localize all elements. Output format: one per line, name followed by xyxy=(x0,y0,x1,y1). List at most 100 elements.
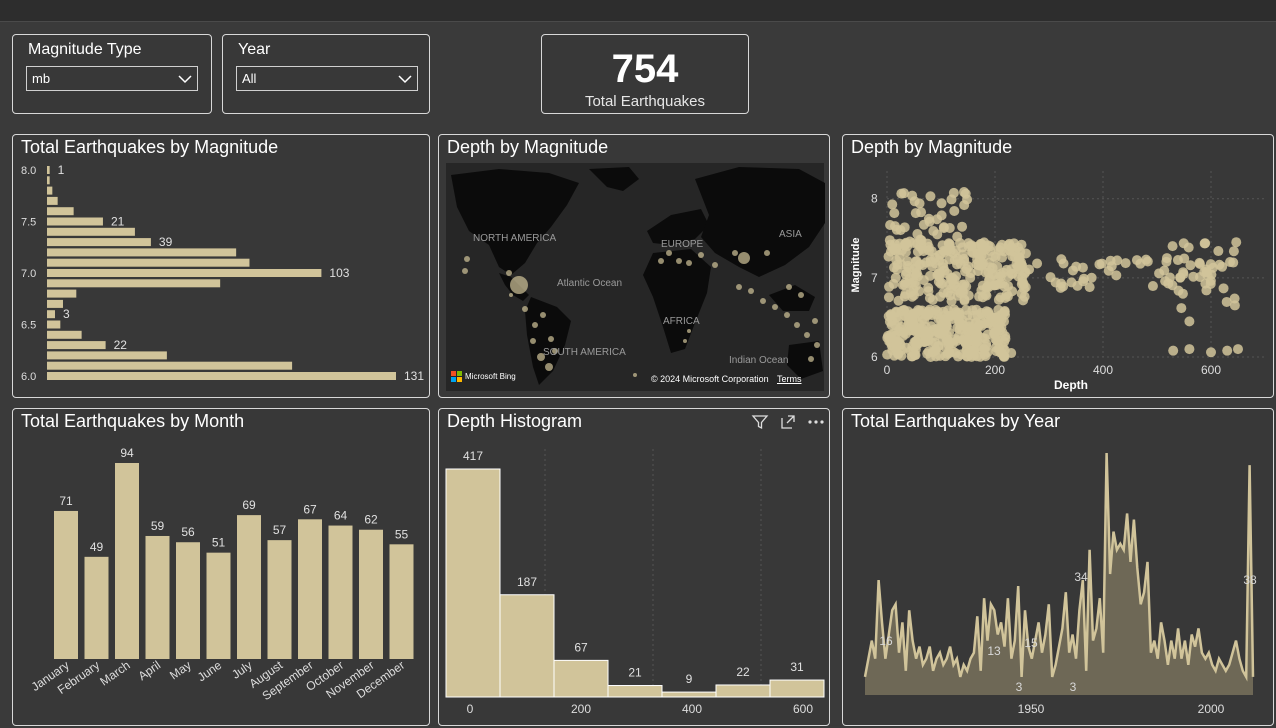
kpi-value: 754 xyxy=(611,47,679,91)
x-tick-label: 600 xyxy=(1201,363,1221,377)
data-label: 1 xyxy=(58,163,65,177)
bar xyxy=(47,258,250,267)
data-label: 13 xyxy=(987,644,1001,658)
y-tick-label: 6 xyxy=(871,350,878,364)
scatter-point xyxy=(995,347,1006,358)
scatter-point xyxy=(914,198,925,209)
map-point xyxy=(812,318,818,324)
bar xyxy=(176,542,200,659)
map-point xyxy=(786,284,792,290)
bar xyxy=(499,594,555,698)
year-chart-card[interactable]: Total Earthquakes by Year 1950 2000 16 13 15… xyxy=(842,408,1274,726)
bar xyxy=(206,552,231,659)
month-chart-card[interactable]: Total Earthquakes by Month 71 January 49 Fe… xyxy=(12,408,430,726)
scatter-point xyxy=(1229,293,1240,304)
map-point xyxy=(798,292,804,298)
scatter-point xyxy=(1185,260,1196,271)
map-point xyxy=(760,298,766,304)
map-copyright: © 2024 Microsoft Corporation xyxy=(651,374,769,384)
scatter-point xyxy=(934,255,945,266)
map-chart-card[interactable]: Depth by Magnitude NORTH AMERICA EUROPE … xyxy=(438,134,830,398)
scatter-chart-card[interactable]: Depth by Magnitude 0 200 400 600 8 7 6 Depth Mag… xyxy=(842,134,1274,398)
scatter-point xyxy=(887,199,898,210)
scatter-point xyxy=(1014,252,1025,263)
map-point xyxy=(784,312,790,318)
y-tick-label: 6.0 xyxy=(21,371,36,383)
scatter-point xyxy=(1012,261,1023,272)
scatter-point xyxy=(901,266,912,277)
bar xyxy=(47,320,61,329)
scatter-point xyxy=(1135,258,1146,269)
bar xyxy=(607,685,663,698)
year-slicer: Year All xyxy=(222,34,430,114)
scatter-point xyxy=(1184,344,1195,355)
map-point xyxy=(510,276,528,294)
bar xyxy=(47,289,77,298)
scatter-point xyxy=(883,292,894,303)
scatter-point xyxy=(889,221,900,232)
scatter-point xyxy=(915,234,926,245)
scatter-point xyxy=(962,194,973,205)
terms-link[interactable]: Terms xyxy=(777,374,802,384)
map-point xyxy=(509,293,513,297)
data-label: 3 xyxy=(63,307,70,321)
microsoft-logo-icon xyxy=(451,371,462,382)
scatter-point xyxy=(897,280,908,291)
scatter-point xyxy=(1201,264,1212,275)
scatter-point xyxy=(909,337,920,348)
scatter-point xyxy=(979,333,990,344)
scatter-point xyxy=(885,310,896,321)
map-point xyxy=(545,363,553,371)
bar xyxy=(47,269,322,277)
scatter-point xyxy=(973,260,984,271)
map-point xyxy=(804,332,810,338)
x-tick-label: 600 xyxy=(793,702,813,716)
magnitude-chart-card[interactable]: Total Earthquakes by Magnitude 8.0 7.5 7.0… xyxy=(12,134,430,398)
scatter-point xyxy=(1188,271,1199,282)
scatter-point xyxy=(966,247,977,258)
y-tick-label: 7 xyxy=(871,271,878,285)
data-label: 9 xyxy=(686,672,693,686)
map-point xyxy=(736,284,742,290)
scatter-point xyxy=(944,347,955,358)
scatter-point xyxy=(912,246,923,257)
magnitude-type-dropdown[interactable]: mb xyxy=(26,66,198,91)
scatter-point xyxy=(883,251,894,262)
scatter-point xyxy=(1055,282,1066,293)
map-point xyxy=(764,250,770,256)
scatter-point xyxy=(952,310,963,321)
map-point xyxy=(666,250,672,256)
scatter-point xyxy=(917,260,928,271)
map-label-asia: ASIA xyxy=(779,229,802,240)
magnitude-type-slicer: Magnitude Type mb xyxy=(12,34,212,114)
data-label: 69 xyxy=(242,498,256,512)
scatter-point xyxy=(884,281,895,292)
scatter-point xyxy=(1164,272,1175,283)
chevron-down-icon xyxy=(398,75,412,84)
scatter-point xyxy=(1201,285,1212,296)
data-label: 31 xyxy=(790,660,804,674)
data-label: 56 xyxy=(181,525,195,539)
histogram-chart-card[interactable]: Depth Histogram 417 187 67 21 9 22 31 0 200 400 60… xyxy=(438,408,830,726)
scatter-point xyxy=(925,191,936,202)
map-point xyxy=(808,356,814,362)
y-tick-label: 8.0 xyxy=(21,165,36,177)
x-tick-label: 400 xyxy=(1093,363,1113,377)
scatter-point xyxy=(1016,288,1027,299)
bar xyxy=(769,679,825,698)
bar xyxy=(47,279,221,288)
map-point xyxy=(772,304,778,310)
map-point xyxy=(633,373,637,377)
depth-histogram: 417 187 67 21 9 22 31 0 200 400 600 xyxy=(445,449,825,716)
bar xyxy=(47,351,167,360)
bar xyxy=(47,196,58,205)
map-point xyxy=(712,262,718,268)
y-tick-label: 6.5 xyxy=(21,320,36,332)
bar xyxy=(267,540,292,659)
year-dropdown[interactable]: All xyxy=(236,66,418,91)
y-tick-label: 7.0 xyxy=(21,268,36,280)
bar xyxy=(47,227,135,236)
data-label: 22 xyxy=(114,338,128,352)
bar xyxy=(84,556,109,659)
scatter-point xyxy=(1147,281,1158,292)
